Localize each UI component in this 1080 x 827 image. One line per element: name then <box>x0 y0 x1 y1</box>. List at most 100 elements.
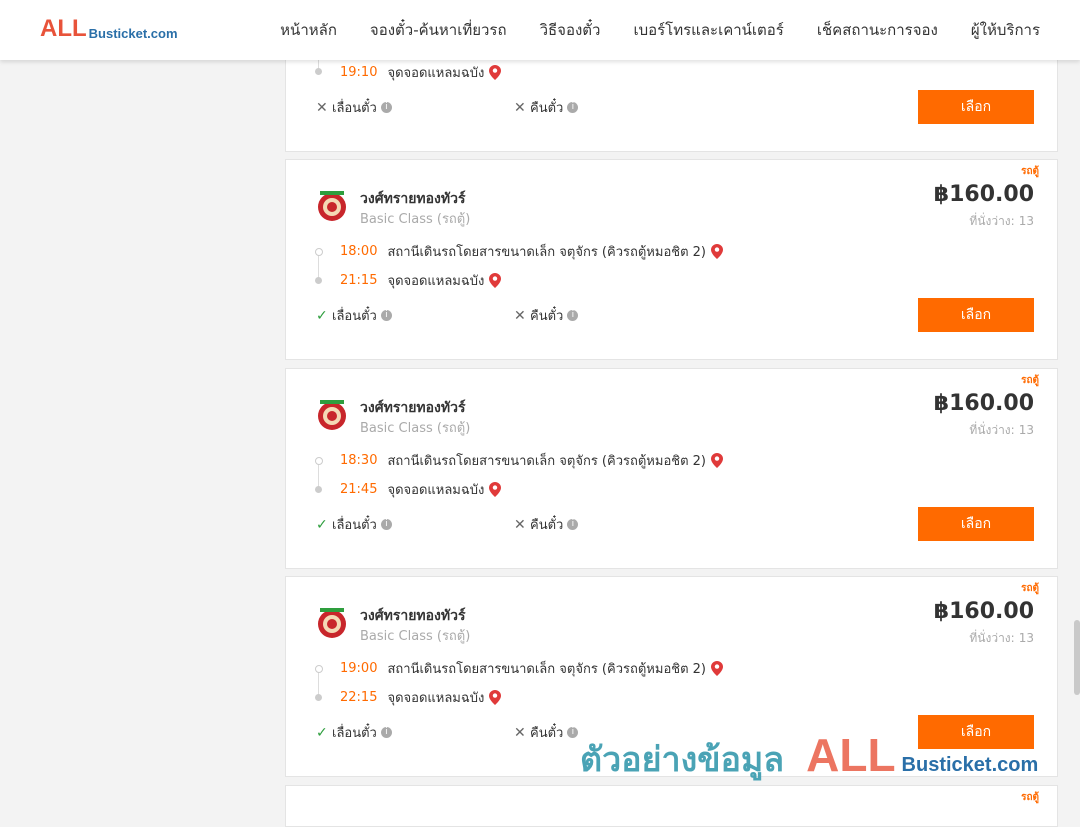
arrival-stop: 22:15 จุดจอดแหลมฉบัง <box>340 687 502 708</box>
logo-all: ALL <box>40 15 87 42</box>
map-pin-icon[interactable] <box>489 690 502 705</box>
site-logo[interactable]: ALL Busticket.com <box>40 15 178 42</box>
cross-icon: ✕ <box>514 724 526 741</box>
info-icon[interactable]: i <box>567 102 579 113</box>
watermark-logo-all: ALL <box>806 729 896 781</box>
map-pin-icon[interactable] <box>489 273 502 288</box>
map-pin-icon[interactable] <box>489 65 502 80</box>
sample-watermark: ตัวอย่างข้อมูล ALL Busticket.com <box>580 728 1038 786</box>
select-button[interactable]: เลือก <box>918 90 1034 124</box>
map-pin-icon[interactable] <box>711 661 723 676</box>
arrival-place: จุดจอดแหลมฉบัง <box>387 483 485 498</box>
cross-icon: ✕ <box>514 307 526 324</box>
check-icon: ✓ <box>316 516 328 533</box>
reschedule-label: เลื่อนตั๋ว <box>332 726 377 741</box>
departure-time: 18:30 <box>340 453 378 468</box>
seats-available: ที่นั่งว่าง: 13 <box>969 629 1034 648</box>
trip-card: รถตู้ วงศ์ทรายทองทัวร์ Basic Class (รถตู… <box>285 159 1058 360</box>
nav-book-search[interactable]: จองตั๋ว-ค้นหาเที่ยวรถ <box>370 18 507 42</box>
departure-dot <box>315 248 323 256</box>
operator-name: วงศ์ทรายทองทัวร์ <box>360 400 466 416</box>
operator-logo <box>314 397 350 433</box>
cross-icon: ✕ <box>514 516 526 533</box>
info-icon[interactable]: i <box>567 727 579 738</box>
refund-label: คืนตั๋ว <box>530 101 564 116</box>
departure-place: สถานีเดินรถโดยสารขนาดเล็ก จตุจักร (คิวรถ… <box>387 454 706 469</box>
seats-label: ที่นั่งว่าง: <box>969 631 1015 645</box>
select-button[interactable]: เลือก <box>918 298 1034 332</box>
service-class: Basic Class (รถตู้) <box>360 629 471 644</box>
info-icon[interactable]: i <box>567 310 579 321</box>
seats-label: ที่นั่งว่าง: <box>969 423 1015 437</box>
vehicle-tag: รถตู้ <box>1021 792 1039 803</box>
map-pin-icon[interactable] <box>489 482 502 497</box>
ticket-price: ฿160.00 <box>933 599 1034 624</box>
arrival-dot <box>315 68 322 75</box>
departure-time: 18:00 <box>340 244 378 259</box>
watermark-text: ตัวอย่างข้อมูล <box>580 740 785 780</box>
info-icon[interactable]: i <box>380 727 392 738</box>
departure-stop: 18:00 สถานีเดินรถโดยสารขนาดเล็ก จตุจักร … <box>340 241 723 262</box>
arrival-place: จุดจอดแหลมฉบัง <box>387 274 485 289</box>
select-button[interactable]: เลือก <box>918 507 1034 541</box>
info-icon[interactable]: i <box>380 102 392 113</box>
reschedule-label: เลื่อนตั๋ว <box>332 309 377 324</box>
vehicle-tag: รถตู้ <box>1021 166 1039 177</box>
arrival-place: จุดจอดแหลมฉบัง <box>387 66 485 81</box>
page-scrollbar[interactable] <box>1074 620 1080 695</box>
reschedule-option: ✓ เลื่อนตั๋ว i <box>316 305 392 326</box>
refund-option: ✕ คืนตั๋ว i <box>514 514 579 535</box>
arrival-time: 21:45 <box>340 482 378 497</box>
trip-card-partial-bottom: รถตู้ <box>285 785 1058 827</box>
info-icon[interactable]: i <box>380 310 392 321</box>
arrival-time: 22:15 <box>340 690 378 705</box>
arrival-time: 21:15 <box>340 273 378 288</box>
arrival-dot <box>315 694 322 701</box>
seats-available: ที่นั่งว่าง: 13 <box>969 212 1034 231</box>
refund-option: ✕ คืนตั๋ว i <box>514 722 579 743</box>
arrival-stop: 21:45 จุดจอดแหลมฉบัง <box>340 479 502 500</box>
vehicle-tag: รถตู้ <box>1021 583 1039 594</box>
operator-logo <box>314 605 350 641</box>
main-nav: หน้าหลัก จองตั๋ว-ค้นหาเที่ยวรถ วิธีจองตั… <box>247 0 1040 60</box>
map-pin-icon[interactable] <box>711 244 723 259</box>
nav-operators[interactable]: ผู้ให้บริการ <box>971 18 1040 42</box>
ticket-price: ฿160.00 <box>933 182 1034 207</box>
nav-home[interactable]: หน้าหลัก <box>280 18 337 42</box>
info-icon[interactable]: i <box>380 519 392 530</box>
departure-time: 19:00 <box>340 661 378 676</box>
arrival-place: จุดจอดแหลมฉบัง <box>387 691 485 706</box>
departure-stop: 18:30 สถานีเดินรถโดยสารขนาดเล็ก จตุจักร … <box>340 450 723 471</box>
nav-check-booking[interactable]: เช็คสถานะการจอง <box>817 18 938 42</box>
seats-label: ที่นั่งว่าง: <box>969 214 1015 228</box>
logo-busticket: Busticket.com <box>88 26 178 41</box>
trip-card: รถตู้ วงศ์ทรายทองทัวร์ Basic Class (รถตู… <box>285 368 1058 569</box>
vehicle-tag: รถตู้ <box>1021 375 1039 386</box>
check-icon: ✓ <box>316 724 328 741</box>
refund-label: คืนตั๋ว <box>530 518 564 533</box>
seats-available: ที่นั่งว่าง: 13 <box>969 421 1034 440</box>
arrival-stop: 19:10 จุดจอดแหลมฉบัง <box>340 62 502 83</box>
map-pin-icon[interactable] <box>711 453 723 468</box>
arrival-dot <box>315 277 322 284</box>
refund-option: ✕ คืนตั๋ว i <box>514 305 579 326</box>
seats-count: 13 <box>1018 423 1034 437</box>
reschedule-option: ✕ เลื่อนตั๋ว i <box>316 97 392 118</box>
arrival-dot <box>315 486 322 493</box>
service-class: Basic Class (รถตู้) <box>360 212 471 227</box>
nav-how-to-book[interactable]: วิธีจองตั๋ว <box>540 18 601 42</box>
cross-icon: ✕ <box>514 99 526 116</box>
departure-dot <box>315 665 323 673</box>
operator-name: วงศ์ทรายทองทัวร์ <box>360 191 466 207</box>
reschedule-label: เลื่อนตั๋ว <box>332 101 377 116</box>
arrival-time: 19:10 <box>340 65 378 80</box>
refund-label: คืนตั๋ว <box>530 726 564 741</box>
info-icon[interactable]: i <box>567 519 579 530</box>
reschedule-option: ✓ เลื่อนตั๋ว i <box>316 722 392 743</box>
arrival-stop: 21:15 จุดจอดแหลมฉบัง <box>340 270 502 291</box>
reschedule-label: เลื่อนตั๋ว <box>332 518 377 533</box>
nav-phone-counters[interactable]: เบอร์โทรและเคาน์เตอร์ <box>633 18 783 42</box>
seats-count: 13 <box>1018 631 1034 645</box>
departure-stop: 19:00 สถานีเดินรถโดยสารขนาดเล็ก จตุจักร … <box>340 658 723 679</box>
site-header: ALL Busticket.com หน้าหลัก จองตั๋ว-ค้นหา… <box>0 0 1080 60</box>
